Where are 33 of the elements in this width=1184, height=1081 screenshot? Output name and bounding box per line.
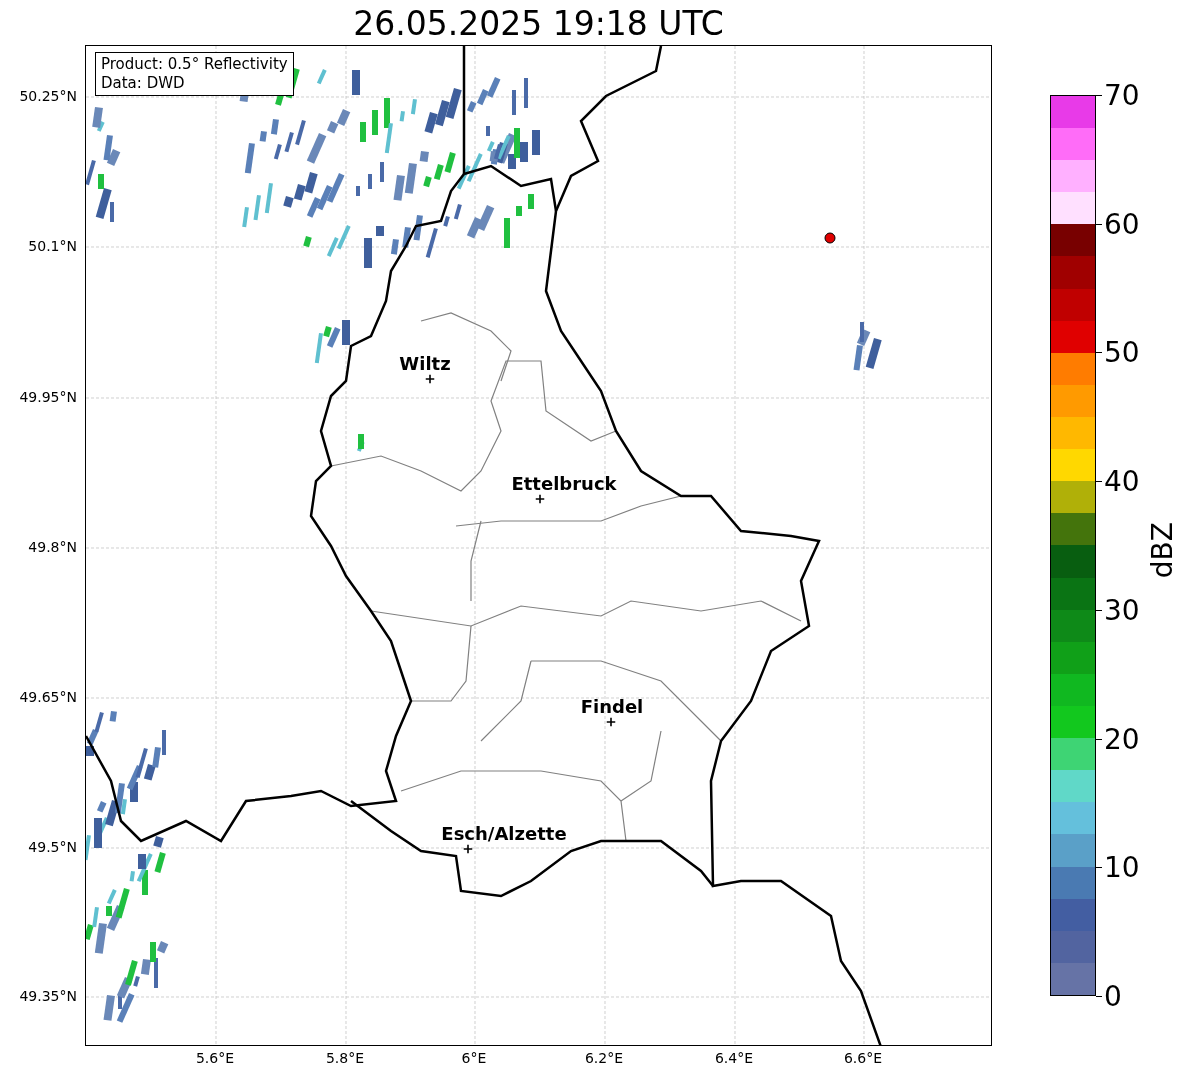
colorbar-tick-label: 30 (1104, 593, 1140, 627)
colorbar-tick-label: 20 (1104, 722, 1140, 756)
colorbar-tick-label: 50 (1104, 335, 1140, 369)
colorbar-tick-label: 40 (1104, 464, 1140, 498)
longitude-label: 6.4°E (714, 1050, 754, 1066)
latitude-label: 49.8°N (28, 539, 77, 555)
city-label: Findel (580, 695, 644, 717)
latitude-label: 49.5°N (28, 839, 77, 855)
info-text: Data: DWD (101, 74, 186, 93)
latitude-label: 49.65°N (19, 689, 77, 705)
longitude-label: 6.6°E (843, 1050, 883, 1066)
info-text: Product: 0.5° Reflectivity (101, 55, 288, 74)
colorbar-tick-label: 0 (1104, 979, 1122, 1013)
longitude-label: 6°E (461, 1050, 487, 1066)
latitude-label: 49.35°N (19, 988, 77, 1004)
latitude-label: 50.25°N (19, 88, 77, 104)
plus-marker-icon (425, 374, 435, 384)
colorbar-label: dBZ (1146, 522, 1179, 579)
longitude-label: 5.6°E (195, 1050, 235, 1066)
city-label: Esch/Alzette (441, 822, 567, 844)
plus-marker-icon (606, 717, 616, 727)
plus-marker-icon (535, 494, 545, 504)
longitude-label: 6.2°E (584, 1050, 624, 1066)
longitude-label: 5.8°E (325, 1050, 365, 1066)
city-label: Wiltz (399, 352, 451, 374)
latitude-label: 49.95°N (19, 389, 77, 405)
latitude-label: 50.1°N (28, 238, 77, 254)
colorbar-tick-label: 10 (1104, 850, 1140, 884)
city-label: Ettelbruck (511, 472, 617, 494)
colorbar-tick-label: 70 (1104, 78, 1140, 112)
plus-marker-icon (463, 844, 473, 854)
colorbar-tick-label: 60 (1104, 207, 1140, 241)
chart-title: 26.05.2025 19:18 UTC (353, 4, 724, 43)
